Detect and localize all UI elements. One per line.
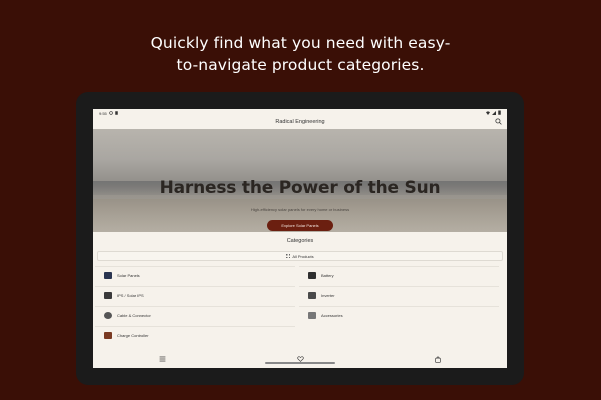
charge-controller-icon	[104, 332, 112, 339]
promo-headline-line2: to-navigate product categories.	[176, 56, 425, 74]
category-label: Solar Panels	[117, 273, 140, 278]
cart-icon	[435, 356, 441, 363]
category-item-battery[interactable]: Battery	[299, 266, 499, 284]
battery-product-icon	[308, 272, 316, 279]
category-label: Inverter	[321, 293, 335, 298]
bottom-nav	[93, 350, 507, 368]
app-bar: Radical Engineering	[93, 114, 507, 130]
category-item-accessories[interactable]: Accessories	[299, 306, 499, 324]
hero-banner: Harness the Power of the Sun High-effici…	[93, 129, 507, 232]
accessories-icon	[308, 312, 316, 319]
solar-panel-icon	[104, 272, 112, 279]
cable-icon	[104, 312, 112, 319]
category-label: Battery	[321, 273, 334, 278]
category-label: Charge Controller	[117, 333, 149, 338]
app-title: Radical Engineering	[275, 119, 325, 125]
hero-subtitle: High-efficiency solar panels for every h…	[250, 207, 350, 212]
search-icon	[494, 117, 502, 125]
search-button[interactable]	[493, 116, 503, 126]
category-label: IPS / Solar IPS	[117, 293, 144, 298]
menu-button[interactable]	[156, 353, 168, 365]
category-item-charge-controller[interactable]: Charge Controller	[95, 326, 295, 344]
category-label: Accessories	[321, 313, 343, 318]
grid-icon	[286, 254, 291, 258]
promo-headline: Quickly find what you need with easy- to…	[0, 32, 601, 76]
category-item-solar-panels[interactable]: Solar Panels	[95, 266, 295, 284]
explore-solar-panels-button[interactable]: Explore Solar Panels	[267, 220, 333, 231]
all-products-button[interactable]: All Products	[97, 251, 503, 261]
category-item-cable-connector[interactable]: Cable & Connector	[95, 306, 295, 324]
app-screen: 9:55 Radical Engineering Harness the Pow…	[93, 109, 507, 368]
categories-heading: Categories	[286, 238, 314, 244]
all-products-label: All Products	[292, 253, 314, 259]
hero-title: Harness the Power of the Sun	[159, 178, 441, 198]
inverter-icon	[308, 292, 316, 299]
cart-button[interactable]	[432, 353, 444, 365]
ips-icon	[104, 292, 112, 299]
category-item-inverter[interactable]: Inverter	[299, 286, 499, 304]
category-label: Cable & Connector	[117, 313, 151, 318]
promo-headline-line1: Quickly find what you need with easy-	[150, 34, 451, 52]
home-indicator[interactable]	[265, 362, 335, 364]
category-item-ips[interactable]: IPS / Solar IPS	[95, 286, 295, 304]
menu-icon	[159, 356, 165, 362]
